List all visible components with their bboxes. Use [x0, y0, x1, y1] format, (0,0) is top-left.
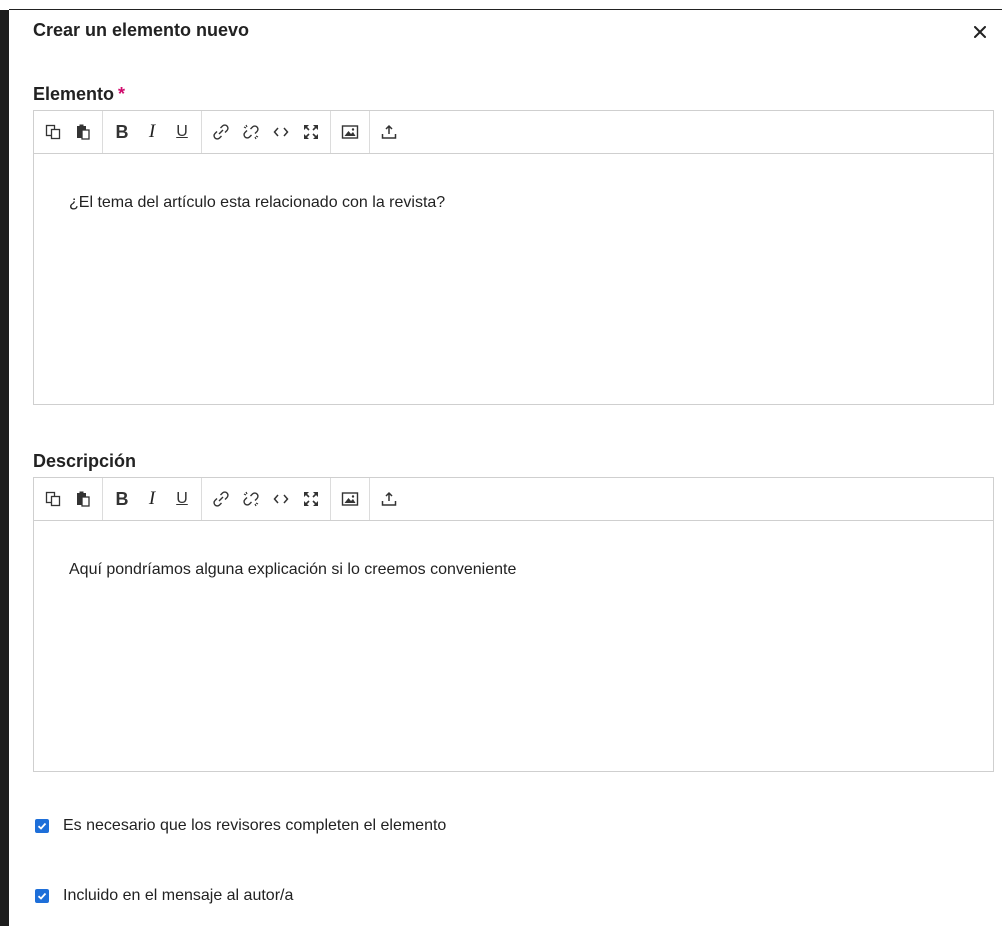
code-icon [273, 127, 289, 137]
description-editor-content[interactable]: Aquí pondríamos alguna explicación si lo… [34, 521, 993, 771]
image-icon [341, 492, 359, 506]
description-editor-toolbar: B I U [34, 478, 993, 521]
paste-button[interactable] [68, 484, 98, 514]
item-editor: B I U ¿El tema del artículo esta relacio… [33, 110, 994, 405]
upload-button[interactable] [374, 117, 404, 147]
checkmark-icon [37, 892, 47, 900]
code-button[interactable] [266, 117, 296, 147]
close-icon [974, 26, 986, 38]
required-reviewers-option[interactable]: Es necesario que los revisores completen… [35, 817, 446, 835]
upload-group [370, 111, 408, 153]
underline-button[interactable]: U [167, 117, 197, 147]
copy-button[interactable] [38, 484, 68, 514]
item-editor-toolbar: B I U [34, 111, 993, 154]
media-group [331, 111, 370, 153]
item-editor-content[interactable]: ¿El tema del artículo esta relacionado c… [34, 154, 993, 404]
unlink-icon [243, 124, 259, 140]
clipboard-group [34, 111, 103, 153]
bold-button[interactable]: B [107, 117, 137, 147]
item-label: Elemento * [33, 84, 125, 105]
upload-icon [381, 491, 397, 506]
include-in-author-message-checkbox[interactable] [35, 889, 49, 903]
unlink-button[interactable] [236, 117, 266, 147]
italic-icon: I [148, 488, 156, 509]
italic-button[interactable]: I [137, 117, 167, 147]
fullscreen-button[interactable] [296, 484, 326, 514]
include-in-author-message-option[interactable]: Incluido en el mensaje al autor/a [35, 887, 293, 905]
bold-icon: B [115, 488, 129, 509]
bold-icon: B [115, 121, 129, 142]
close-button[interactable] [970, 22, 990, 42]
dialog-title: Crear un elemento nuevo [33, 20, 250, 40]
left-edge-bar [0, 10, 9, 926]
required-mark: * [118, 84, 126, 104]
paste-button[interactable] [68, 117, 98, 147]
item-label-text: Elemento [33, 84, 115, 104]
paste-icon [77, 124, 90, 140]
upload-icon [381, 124, 397, 139]
bold-button[interactable]: B [107, 484, 137, 514]
underline-button[interactable]: U [167, 484, 197, 514]
fullscreen-icon [304, 125, 318, 139]
fullscreen-icon [304, 492, 318, 506]
checkmark-icon [37, 822, 47, 830]
format-group: B I U [103, 111, 202, 153]
italic-button[interactable]: I [137, 484, 167, 514]
copy-icon [45, 124, 61, 140]
underline-icon: U [176, 490, 188, 507]
format-group: B I U [103, 478, 202, 520]
clipboard-group [34, 478, 103, 520]
image-icon [341, 125, 359, 139]
description-label: Descripción [33, 451, 137, 471]
link-button[interactable] [206, 484, 236, 514]
fullscreen-button[interactable] [296, 117, 326, 147]
description-editor: B I U Aquí pondríamos alguna explicación… [33, 477, 994, 772]
code-button[interactable] [266, 484, 296, 514]
paste-icon [77, 491, 90, 507]
image-button[interactable] [335, 117, 365, 147]
link-group [202, 111, 331, 153]
link-button[interactable] [206, 117, 236, 147]
required-reviewers-label: Es necesario que los revisores completen… [63, 817, 447, 834]
image-button[interactable] [335, 484, 365, 514]
code-icon [273, 494, 289, 504]
include-in-author-message-label: Incluido en el mensaje al autor/a [63, 887, 294, 904]
link-icon [213, 124, 229, 140]
media-group [331, 478, 370, 520]
copy-icon [45, 491, 61, 507]
italic-icon: I [148, 121, 156, 142]
link-icon [213, 491, 229, 507]
upload-group [370, 478, 408, 520]
upload-button[interactable] [374, 484, 404, 514]
underline-icon: U [176, 123, 188, 140]
copy-button[interactable] [38, 117, 68, 147]
link-group [202, 478, 331, 520]
required-reviewers-checkbox[interactable] [35, 819, 49, 833]
create-item-dialog: Crear un elemento nuevo Elemento * B I U… [9, 10, 1002, 926]
unlink-button[interactable] [236, 484, 266, 514]
unlink-icon [243, 491, 259, 507]
